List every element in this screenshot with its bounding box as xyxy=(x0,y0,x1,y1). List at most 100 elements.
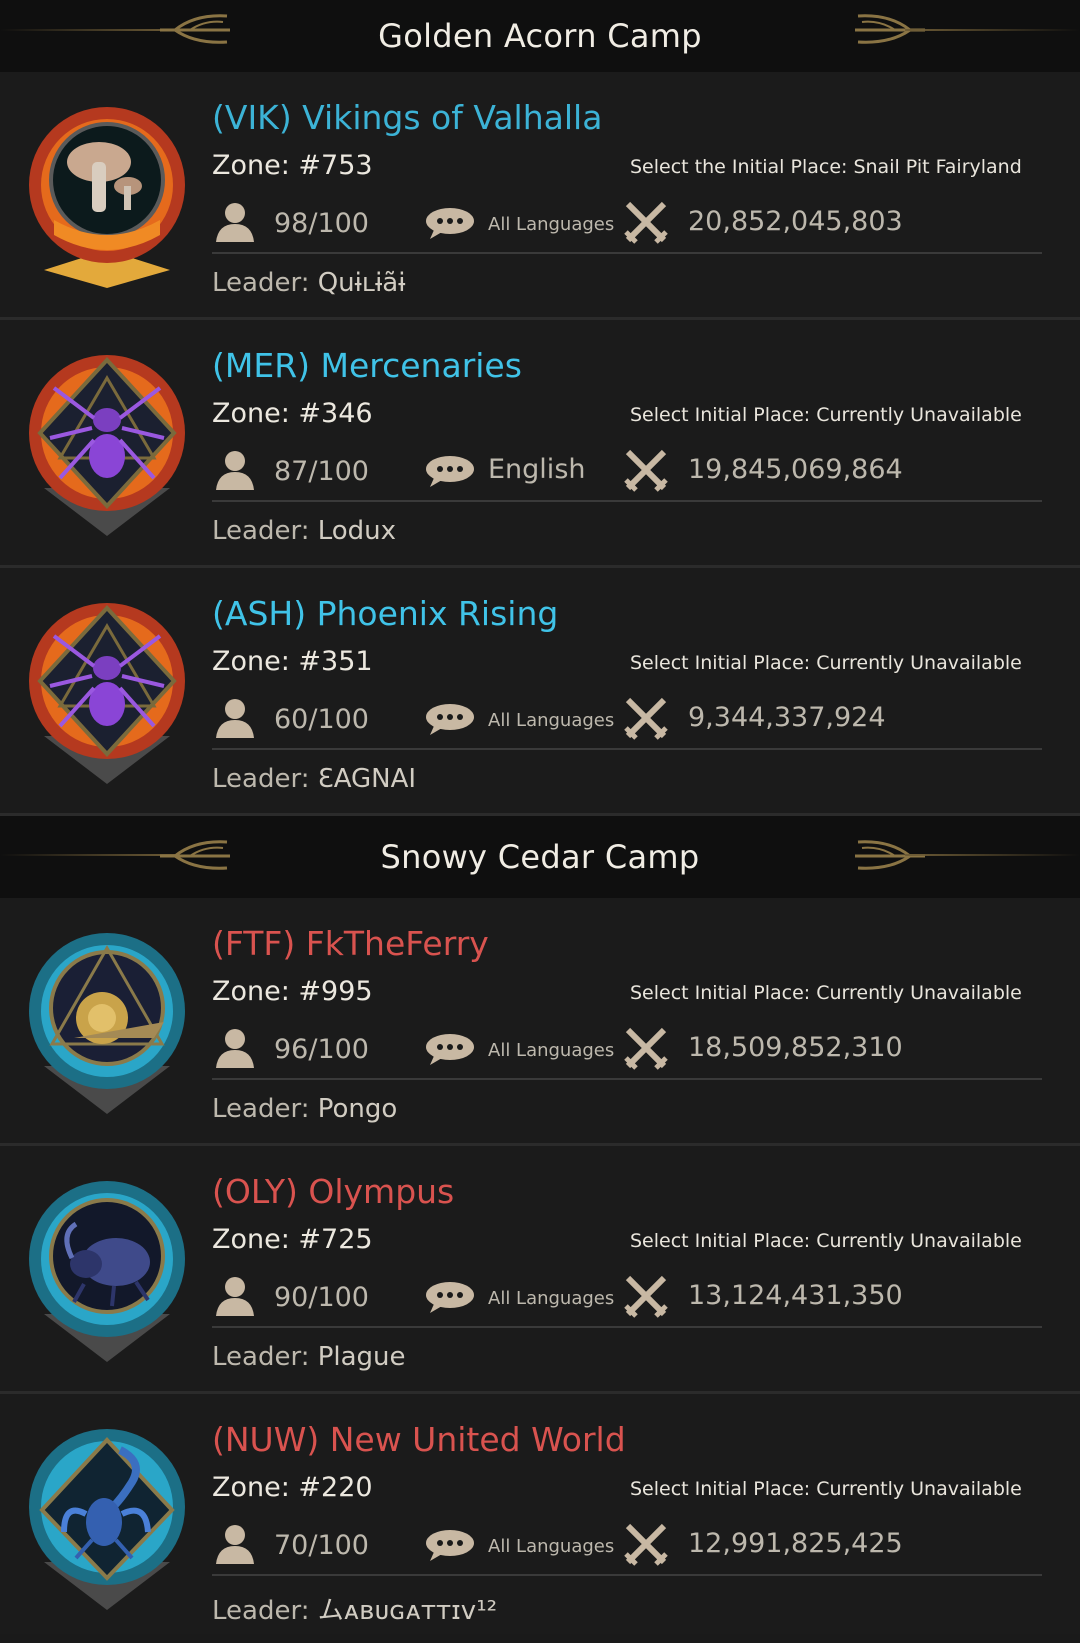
camp-header: Golden Acorn Camp xyxy=(0,0,1080,72)
initial-place: Select the Initial Place: Snail Pit Fair… xyxy=(630,156,1022,178)
leader-label: Leader: xyxy=(212,1342,318,1372)
alliance-name: (FTF) FkTheFerry xyxy=(212,924,489,963)
crossed-swords-icon xyxy=(624,1275,668,1318)
crossed-swords-icon xyxy=(624,201,668,244)
member-count: 60/100 xyxy=(274,704,369,735)
initial-place: Select Initial Place: Currently Unavaila… xyxy=(630,1478,1022,1500)
alliance-card[interactable]: (NUW) New United World Zone: #220 Select… xyxy=(0,1394,1080,1634)
alliance-zone: Zone: #220 xyxy=(212,1472,373,1503)
alliance-zone: Zone: #351 xyxy=(212,646,373,677)
alliance-card[interactable]: (ASH) Phoenix Rising Zone: #351 Select I… xyxy=(0,568,1080,816)
chat-bubble-icon xyxy=(426,456,474,487)
alliance-list: Golden Acorn Camp (VIK) Vikings of Valha… xyxy=(0,0,1080,1643)
alliance-stats: 70/100 All Languages 12,991,825,425 xyxy=(212,1522,1042,1570)
alliance-name: (NUW) New United World xyxy=(212,1420,626,1459)
alliance-power: 20,852,045,803 xyxy=(688,206,903,237)
spider-emblem-icon xyxy=(29,355,185,536)
leader-name[interactable]: ムᴀʙᴜɢᴀᴛᴛɪᴠ¹² xyxy=(318,1596,497,1626)
leader-name[interactable]: Lodux xyxy=(318,516,396,546)
alliance-language: All Languages xyxy=(488,1536,615,1557)
leader-label: Leader: xyxy=(212,268,318,298)
crossed-swords-icon xyxy=(624,697,668,740)
alliance-name: (VIK) Vikings of Valhalla xyxy=(212,98,603,137)
camp-title: Snowy Cedar Camp xyxy=(380,838,700,876)
alliance-stats: 98/100 All Languages 20,852,045,803 xyxy=(212,200,1042,248)
alliance-language: English xyxy=(488,454,586,485)
member-count: 70/100 xyxy=(274,1530,369,1561)
leader-name[interactable]: ƐAGNAI xyxy=(318,764,416,794)
leader-name[interactable]: Pongo xyxy=(318,1094,398,1124)
crossed-swords-icon xyxy=(624,1027,668,1070)
chat-bubble-icon xyxy=(426,1282,474,1313)
crossed-swords-icon xyxy=(624,1523,668,1566)
header-divider-line xyxy=(0,29,175,31)
chat-bubble-icon xyxy=(426,1034,474,1065)
scorpion-emblem-icon xyxy=(29,1429,185,1610)
person-icon xyxy=(216,699,254,738)
header-divider-line xyxy=(0,854,175,856)
row-divider xyxy=(212,500,1042,502)
row-divider xyxy=(212,1326,1042,1328)
leader-label: Leader: xyxy=(212,764,318,794)
initial-place: Select Initial Place: Currently Unavaila… xyxy=(630,1230,1022,1252)
alliance-stats: 90/100 All Languages 13,124,431,350 xyxy=(212,1274,1042,1322)
alliance-name: (OLY) Olympus xyxy=(212,1172,455,1211)
alliance-language: All Languages xyxy=(488,214,615,235)
person-icon xyxy=(216,1029,254,1068)
alliance-name: (MER) Mercenaries xyxy=(212,346,522,385)
initial-place: Select Initial Place: Currently Unavaila… xyxy=(630,404,1022,426)
camp-title: Golden Acorn Camp xyxy=(378,17,702,55)
beetle-emblem-icon xyxy=(29,1181,185,1362)
member-count: 87/100 xyxy=(274,456,369,487)
alliance-power: 18,509,852,310 xyxy=(688,1032,903,1063)
wing-ornament-icon xyxy=(160,14,230,44)
row-divider xyxy=(212,252,1042,254)
header-divider-line xyxy=(905,29,1080,31)
header-divider-line xyxy=(905,854,1080,856)
chat-bubble-icon xyxy=(426,1530,474,1561)
alliance-card[interactable]: (FTF) FkTheFerry Zone: #995 Select Initi… xyxy=(0,898,1080,1146)
person-icon xyxy=(216,451,254,490)
camp-section: Snowy Cedar Camp (FTF) FkTheFerry Zone: … xyxy=(0,816,1080,1634)
chat-bubble-icon xyxy=(426,704,474,735)
row-divider xyxy=(212,1078,1042,1080)
alliance-language: All Languages xyxy=(488,710,615,731)
member-count: 98/100 xyxy=(274,208,369,239)
alliance-stats: 96/100 All Languages 18,509,852,310 xyxy=(212,1026,1042,1074)
person-icon xyxy=(216,203,254,242)
wing-ornament-icon xyxy=(855,840,925,870)
crossed-swords-icon xyxy=(624,449,668,492)
leader-name[interactable]: Plague xyxy=(318,1342,406,1372)
alliance-card[interactable]: (MER) Mercenaries Zone: #346 Select Init… xyxy=(0,320,1080,568)
initial-place: Select Initial Place: Currently Unavaila… xyxy=(630,982,1022,1004)
alliance-name: (ASH) Phoenix Rising xyxy=(212,594,559,633)
person-icon xyxy=(216,1525,254,1564)
member-count: 96/100 xyxy=(274,1034,369,1065)
initial-place: Select Initial Place: Currently Unavaila… xyxy=(630,652,1022,674)
alliance-zone: Zone: #725 xyxy=(212,1224,373,1255)
alliance-power: 19,845,069,864 xyxy=(688,454,903,485)
alliance-stats: 60/100 All Languages 9,344,337,924 xyxy=(212,696,1042,744)
alliance-card[interactable]: (OLY) Olympus Zone: #725 Select Initial … xyxy=(0,1146,1080,1394)
wing-ornament-icon xyxy=(160,840,230,870)
leader-label: Leader: xyxy=(212,1094,318,1124)
camp-header: Snowy Cedar Camp xyxy=(0,816,1080,898)
leader-name[interactable]: Quɨʟɨãɨ xyxy=(318,268,406,298)
leader-row: Leader: ムᴀʙᴜɢᴀᴛᴛɪᴠ¹² xyxy=(212,1590,497,1627)
alliance-power: 12,991,825,425 xyxy=(688,1528,903,1559)
leader-row: Leader: ƐAGNAI xyxy=(212,764,416,794)
alliance-language: All Languages xyxy=(488,1040,615,1061)
alliance-language: All Languages xyxy=(488,1288,615,1309)
leader-label: Leader: xyxy=(212,516,318,546)
row-divider xyxy=(212,748,1042,750)
camp-section: Golden Acorn Camp (VIK) Vikings of Valha… xyxy=(0,0,1080,816)
alliance-card[interactable]: (VIK) Vikings of Valhalla Zone: #753 Sel… xyxy=(0,72,1080,320)
leader-row: Leader: Plague xyxy=(212,1342,406,1372)
leader-row: Leader: Pongo xyxy=(212,1094,397,1124)
alliance-power: 13,124,431,350 xyxy=(688,1280,903,1311)
alliance-zone: Zone: #995 xyxy=(212,976,373,1007)
chat-bubble-icon xyxy=(426,208,474,239)
alliance-power: 9,344,337,924 xyxy=(688,702,886,733)
member-count: 90/100 xyxy=(274,1282,369,1313)
leader-row: Leader: Lodux xyxy=(212,516,396,546)
